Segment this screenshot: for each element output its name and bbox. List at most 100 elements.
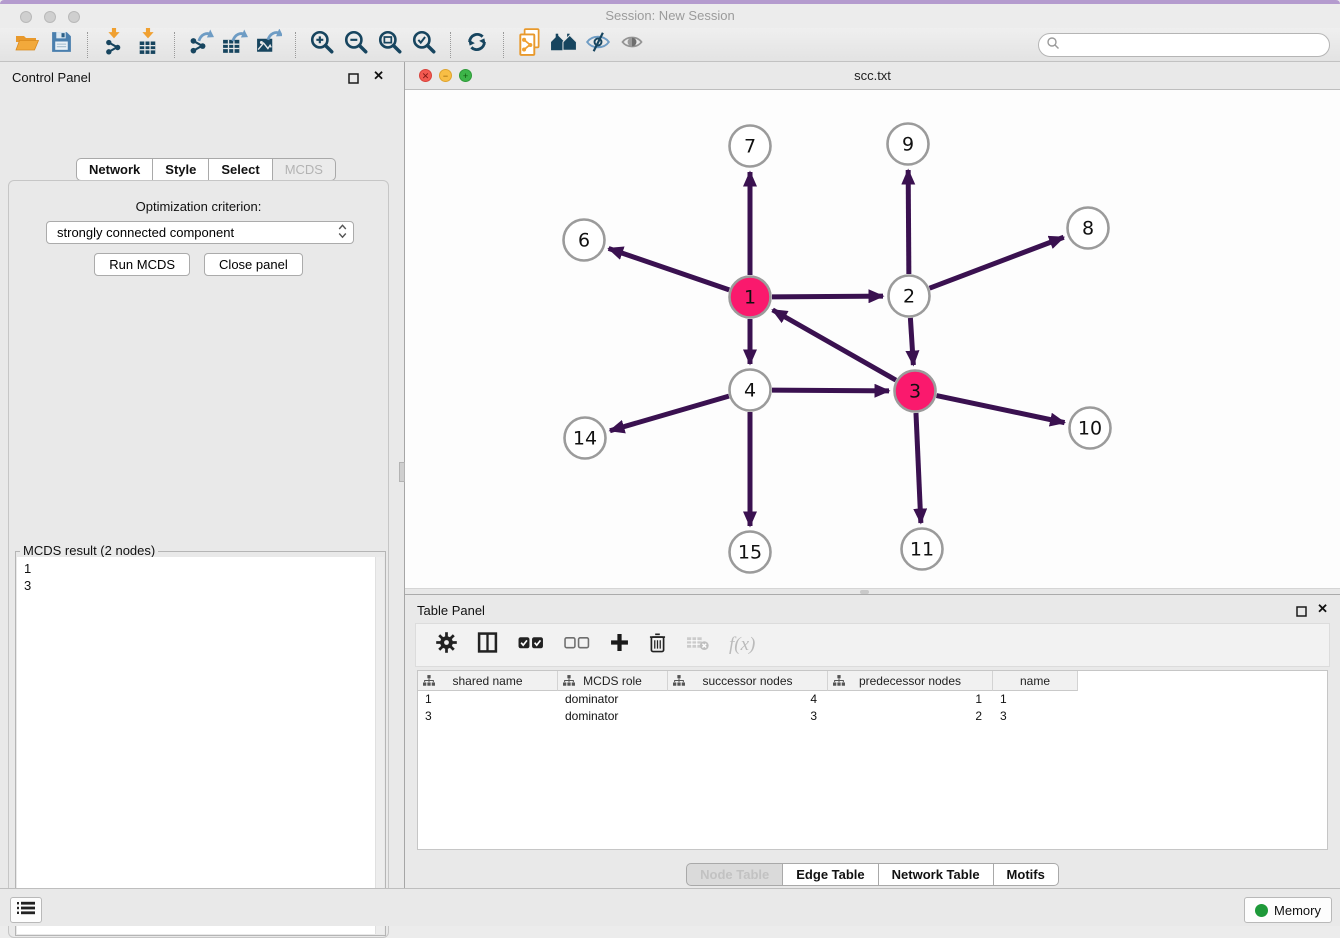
cell-MCDS-role[interactable]: dominator bbox=[558, 708, 668, 725]
graph-node-15[interactable]: 15 bbox=[730, 532, 771, 573]
export-network-button[interactable] bbox=[184, 30, 218, 60]
zoom-in-button[interactable] bbox=[305, 30, 339, 60]
export-image-button[interactable] bbox=[252, 30, 286, 60]
deselect-all-button[interactable] bbox=[564, 636, 590, 655]
graph-node-11[interactable]: 11 bbox=[902, 529, 943, 570]
table-row[interactable]: 3dominator323 bbox=[418, 708, 1327, 725]
add-button[interactable] bbox=[610, 633, 629, 657]
show-details-button[interactable] bbox=[615, 30, 649, 60]
cell-shared-name[interactable]: 3 bbox=[418, 708, 558, 725]
minimize-view-icon[interactable]: − bbox=[439, 69, 452, 82]
minimize-window-icon[interactable] bbox=[44, 11, 56, 23]
tab-motifs[interactable]: Motifs bbox=[994, 863, 1059, 886]
column-header-name[interactable]: name bbox=[993, 671, 1078, 691]
zoom-selected-button[interactable] bbox=[407, 30, 441, 60]
cell-shared-name[interactable]: 1 bbox=[418, 691, 558, 708]
hide-details-button[interactable] bbox=[581, 30, 615, 60]
columns-button[interactable] bbox=[477, 632, 498, 658]
import-network-button[interactable] bbox=[97, 30, 131, 60]
graph-edge-1-2[interactable] bbox=[772, 296, 883, 297]
cell-predecessor-nodes[interactable]: 1 bbox=[828, 691, 993, 708]
run-mcds-button[interactable]: Run MCDS bbox=[94, 253, 190, 276]
zoom-fit-button[interactable] bbox=[373, 30, 407, 60]
splitter-thumb[interactable] bbox=[860, 590, 869, 594]
select-all-button[interactable] bbox=[518, 636, 544, 655]
graph-edge-3-11[interactable] bbox=[916, 413, 921, 523]
import-table-button[interactable] bbox=[131, 30, 165, 60]
graph-node-8[interactable]: 8 bbox=[1068, 208, 1109, 249]
search-input[interactable] bbox=[1064, 35, 1329, 55]
search-box[interactable] bbox=[1038, 33, 1330, 57]
graph-node-6[interactable]: 6 bbox=[564, 220, 605, 261]
close-panel-icon[interactable]: ✕ bbox=[373, 68, 384, 84]
cell-MCDS-role[interactable]: dominator bbox=[558, 691, 668, 708]
zoom-out-button[interactable] bbox=[339, 30, 373, 60]
graph-edge-4-3[interactable] bbox=[772, 390, 889, 391]
zoom-in-icon bbox=[309, 29, 335, 60]
tab-style[interactable]: Style bbox=[153, 158, 209, 181]
graph-node-9[interactable]: 9 bbox=[888, 124, 929, 165]
duplicate-network-button[interactable] bbox=[513, 30, 547, 60]
toolbar-separator bbox=[174, 32, 175, 58]
duplicate-network-icon bbox=[518, 28, 542, 61]
close-view-icon[interactable]: ✕ bbox=[419, 69, 432, 82]
mcds-result-title: MCDS result (2 nodes) bbox=[20, 543, 158, 558]
svg-text:11: 11 bbox=[910, 539, 934, 561]
graph-node-14[interactable]: 14 bbox=[565, 418, 606, 459]
horizontal-splitter[interactable] bbox=[405, 588, 1340, 595]
graph-node-7[interactable]: 7 bbox=[730, 126, 771, 167]
task-history-button[interactable] bbox=[10, 897, 42, 923]
tab-select[interactable]: Select bbox=[209, 158, 272, 181]
table-row[interactable]: 1dominator411 bbox=[418, 691, 1327, 708]
network-window-titlebar[interactable]: ✕ − + scc.txt bbox=[405, 62, 1340, 90]
save-button[interactable] bbox=[44, 30, 78, 60]
graph-edge-3-10[interactable] bbox=[937, 396, 1065, 423]
column-header-successor-nodes[interactable]: successor nodes bbox=[668, 671, 828, 691]
graph-node-10[interactable]: 10 bbox=[1070, 408, 1111, 449]
column-header-MCDS-role[interactable]: MCDS role bbox=[558, 671, 668, 691]
refresh-button[interactable] bbox=[460, 30, 494, 60]
network-canvas[interactable]: 7 9 6 8 1 2 4 3 14 10 15 11 bbox=[405, 90, 1340, 588]
graph-edge-2-3[interactable] bbox=[910, 318, 913, 365]
column-header-predecessor-nodes[interactable]: predecessor nodes bbox=[828, 671, 993, 691]
tab-mcds[interactable]: MCDS bbox=[273, 158, 336, 181]
graph-edge-2-9[interactable] bbox=[908, 170, 909, 274]
float-panel-icon[interactable] bbox=[348, 71, 360, 83]
graph-edge-4-14[interactable] bbox=[610, 396, 729, 431]
export-table-button[interactable] bbox=[218, 30, 252, 60]
result-scrollbar[interactable] bbox=[375, 557, 384, 934]
tab-network-table[interactable]: Network Table bbox=[879, 863, 994, 886]
graph-node-4[interactable]: 4 bbox=[730, 370, 771, 411]
cell-name[interactable]: 1 bbox=[993, 691, 1078, 708]
tab-edge-table[interactable]: Edge Table bbox=[783, 863, 878, 886]
cell-name[interactable]: 3 bbox=[993, 708, 1078, 725]
gear-button[interactable] bbox=[436, 632, 457, 658]
cell-successor-nodes[interactable]: 3 bbox=[668, 708, 828, 725]
close-panel-button[interactable]: Close panel bbox=[204, 253, 303, 276]
table-panel: Table Panel ✕ f(x) shared nameMCDS roles… bbox=[405, 595, 1340, 888]
graph-node-2[interactable]: 2 bbox=[889, 276, 930, 317]
maximize-view-icon[interactable]: + bbox=[459, 69, 472, 82]
graph-node-3[interactable]: 3 bbox=[895, 371, 936, 412]
open-folder-button[interactable] bbox=[10, 30, 44, 60]
home-button[interactable] bbox=[547, 30, 581, 60]
optimization-criterion-select[interactable]: strongly connected component bbox=[46, 221, 354, 244]
cell-predecessor-nodes[interactable]: 2 bbox=[828, 708, 993, 725]
tab-network[interactable]: Network bbox=[76, 158, 153, 181]
close-window-icon[interactable] bbox=[20, 11, 32, 23]
mcds-result-list[interactable]: 1 3 bbox=[17, 557, 376, 934]
delete-button[interactable] bbox=[649, 632, 666, 658]
zoom-window-icon[interactable] bbox=[68, 11, 80, 23]
memory-button[interactable]: Memory bbox=[1244, 897, 1332, 923]
tab-node-table[interactable]: Node Table bbox=[686, 863, 783, 886]
column-header-shared-name[interactable]: shared name bbox=[418, 671, 558, 691]
graph-edge-3-1[interactable] bbox=[773, 310, 896, 380]
graph-edge-2-8[interactable] bbox=[930, 237, 1064, 288]
cell-successor-nodes[interactable]: 4 bbox=[668, 691, 828, 708]
float-table-panel-icon[interactable] bbox=[1296, 604, 1308, 616]
graph-edge-1-6[interactable] bbox=[609, 248, 730, 289]
close-table-panel-icon[interactable]: ✕ bbox=[1317, 601, 1328, 617]
graph-node-1[interactable]: 1 bbox=[730, 277, 771, 318]
panel-splitter[interactable] bbox=[398, 62, 405, 888]
toolbar-separator bbox=[503, 32, 504, 58]
